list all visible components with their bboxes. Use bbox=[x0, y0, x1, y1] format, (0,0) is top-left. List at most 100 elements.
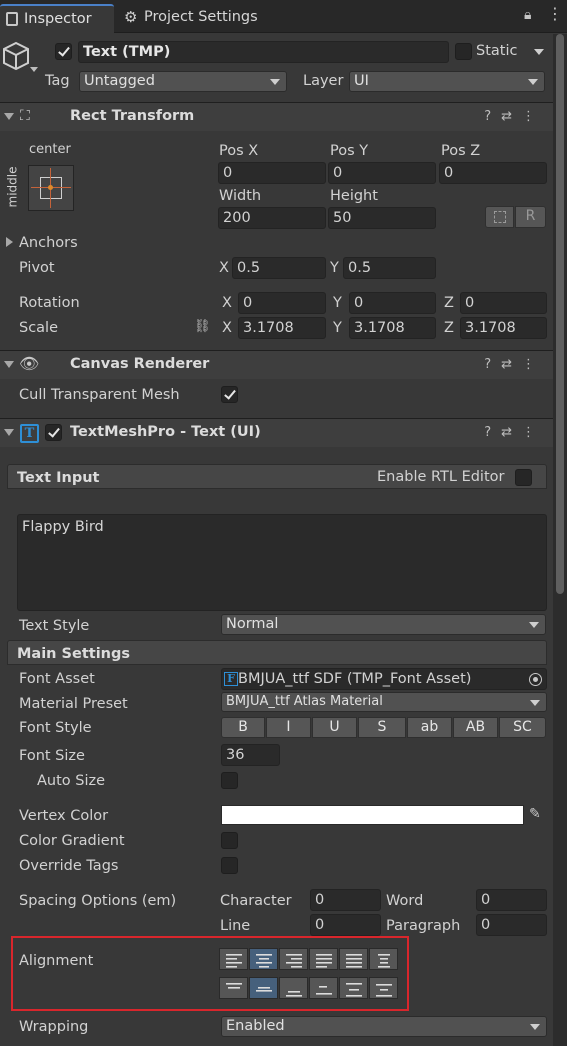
cull-checkbox[interactable] bbox=[221, 386, 238, 403]
rot-z-label: Z bbox=[444, 295, 454, 311]
vertex-color-label: Vertex Color bbox=[19, 808, 109, 824]
color-gradient-checkbox[interactable] bbox=[221, 832, 238, 849]
tmp-text-icon: T bbox=[20, 424, 39, 443]
chevron-down-icon bbox=[528, 79, 538, 85]
pivot-label: Pivot bbox=[19, 260, 55, 276]
character-field[interactable]: 0 bbox=[310, 889, 381, 911]
lock-icon[interactable]: 🔒︎ bbox=[524, 6, 531, 24]
text-input-area[interactable]: Flappy Bird bbox=[17, 514, 547, 611]
font-style-uppercase-button[interactable]: AB bbox=[453, 717, 498, 738]
active-checkbox[interactable] bbox=[55, 43, 72, 60]
width-field[interactable]: 200 bbox=[218, 207, 326, 229]
chevron-down-icon[interactable] bbox=[30, 67, 38, 72]
object-name-field[interactable]: Text (TMP) bbox=[78, 41, 449, 63]
scale-y-label: Y bbox=[333, 320, 342, 336]
font-asset-value: BMJUA_ttf SDF (TMP_Font Asset) bbox=[238, 671, 472, 687]
anchor-presets-button[interactable] bbox=[28, 165, 74, 211]
pos-y-label: Pos Y bbox=[330, 143, 369, 159]
component-header-icons[interactable]: ?⇄⋮ bbox=[484, 425, 545, 440]
wrapping-dropdown[interactable]: Enabled bbox=[221, 1016, 547, 1037]
material-preset-dropdown[interactable]: BMJUA_ttf Atlas Material bbox=[221, 692, 547, 712]
component-header-icons[interactable]: ?⇄⋮ bbox=[484, 357, 545, 372]
font-size-field[interactable]: 36 bbox=[221, 744, 280, 766]
eyedropper-icon[interactable]: ✎ bbox=[529, 805, 541, 823]
font-asset-icon: F bbox=[224, 672, 238, 686]
font-style-strikethrough-button[interactable]: S bbox=[358, 717, 406, 738]
scrollbar-thumb[interactable] bbox=[556, 34, 564, 594]
foldout-icon[interactable] bbox=[4, 429, 14, 436]
text-input-value: Flappy Bird bbox=[22, 519, 104, 535]
anchors-foldout-icon[interactable] bbox=[6, 237, 13, 247]
font-style-bold-button[interactable]: B bbox=[221, 717, 265, 738]
anchor-h-label: center bbox=[29, 142, 71, 157]
anchors-label[interactable]: Anchors bbox=[19, 234, 78, 252]
component-header-icons[interactable]: ?⇄⋮ bbox=[484, 109, 545, 124]
line-field[interactable]: 0 bbox=[310, 914, 381, 936]
chevron-down-icon bbox=[530, 700, 540, 706]
unlink-icon[interactable]: ⛓ bbox=[194, 318, 211, 336]
inspector-icon bbox=[6, 12, 18, 26]
scale-z-label: Z bbox=[444, 320, 454, 336]
pos-x-field[interactable]: 0 bbox=[218, 162, 326, 184]
vertex-color-swatch[interactable] bbox=[221, 805, 524, 825]
material-preset-label: Material Preset bbox=[19, 696, 128, 712]
override-tags-checkbox[interactable] bbox=[221, 857, 238, 874]
override-tags-label: Override Tags bbox=[19, 858, 119, 874]
tab-inspector[interactable]: Inspector bbox=[0, 4, 114, 34]
text-input-label: Text Input bbox=[17, 470, 100, 486]
color-gradient-label: Color Gradient bbox=[19, 833, 125, 849]
font-style-lowercase-button[interactable]: ab bbox=[407, 717, 452, 738]
tag-dropdown[interactable]: Untagged bbox=[79, 71, 287, 92]
font-style-underline-button[interactable]: U bbox=[312, 717, 357, 738]
foldout-icon[interactable] bbox=[4, 361, 14, 368]
static-checkbox[interactable] bbox=[455, 43, 472, 60]
auto-size-checkbox[interactable] bbox=[221, 772, 238, 789]
rot-z-field[interactable]: 0 bbox=[460, 292, 547, 314]
rot-x-field[interactable]: 0 bbox=[238, 292, 326, 314]
rect-transform-header[interactable]: ⛶ Rect Transform ?⇄⋮ bbox=[0, 102, 553, 131]
spacing-label: Spacing Options (em) bbox=[19, 893, 177, 909]
rot-y-label: Y bbox=[333, 295, 342, 311]
pivot-x-field[interactable]: 0.5 bbox=[232, 257, 326, 279]
paragraph-label: Paragraph bbox=[386, 918, 461, 934]
kebab-menu-icon[interactable]: ⋮ bbox=[547, 5, 563, 23]
scale-z-field[interactable]: 3.1708 bbox=[460, 317, 547, 339]
rtl-checkbox[interactable] bbox=[515, 469, 532, 486]
word-field[interactable]: 0 bbox=[476, 889, 547, 911]
pivot-y-field[interactable]: 0.5 bbox=[343, 257, 436, 279]
blueprint-mode-button[interactable] bbox=[485, 206, 514, 228]
pos-z-field[interactable]: 0 bbox=[439, 162, 547, 184]
layer-value: UI bbox=[354, 73, 369, 89]
scrollbar-track[interactable] bbox=[553, 34, 567, 1046]
height-label: Height bbox=[330, 188, 378, 204]
layer-dropdown[interactable]: UI bbox=[349, 71, 545, 92]
height-field[interactable]: 50 bbox=[328, 207, 436, 229]
raw-edit-button[interactable]: R bbox=[515, 206, 546, 228]
material-preset-value: BMJUA_ttf Atlas Material bbox=[226, 694, 383, 709]
paragraph-field[interactable]: 0 bbox=[476, 914, 547, 936]
font-style-italic-button[interactable]: I bbox=[266, 717, 311, 738]
pos-y-field[interactable]: 0 bbox=[328, 162, 436, 184]
scale-x-label: X bbox=[222, 320, 232, 336]
tab-project-settings[interactable]: ⚙ Project Settings bbox=[118, 4, 268, 32]
tag-value: Untagged bbox=[84, 73, 155, 89]
tmp-header[interactable]: T TextMeshPro - Text (UI) ?⇄⋮ bbox=[0, 418, 553, 447]
scale-x-field[interactable]: 3.1708 bbox=[238, 317, 326, 339]
text-style-dropdown[interactable]: Normal bbox=[221, 614, 546, 635]
object-picker-icon[interactable] bbox=[529, 673, 542, 686]
font-asset-field[interactable]: F BMJUA_ttf SDF (TMP_Font Asset) bbox=[221, 668, 547, 690]
font-style-smallcaps-button[interactable]: SC bbox=[499, 717, 546, 738]
main-settings-label: Main Settings bbox=[17, 646, 130, 662]
dashed-square-icon bbox=[493, 211, 506, 223]
canvas-renderer-header[interactable]: 👁︎ Canvas Renderer ?⇄⋮ bbox=[0, 350, 553, 379]
tmp-enabled-checkbox[interactable] bbox=[45, 424, 62, 441]
foldout-icon[interactable] bbox=[4, 113, 14, 120]
wrapping-value: Enabled bbox=[226, 1018, 285, 1034]
rot-y-field[interactable]: 0 bbox=[349, 292, 436, 314]
auto-size-label: Auto Size bbox=[37, 773, 106, 789]
cull-label: Cull Transparent Mesh bbox=[19, 387, 180, 403]
font-style-label: Font Style bbox=[19, 720, 92, 736]
scale-y-field[interactable]: 3.1708 bbox=[349, 317, 436, 339]
rotation-label: Rotation bbox=[19, 295, 80, 311]
static-dropdown-icon[interactable] bbox=[534, 49, 544, 55]
